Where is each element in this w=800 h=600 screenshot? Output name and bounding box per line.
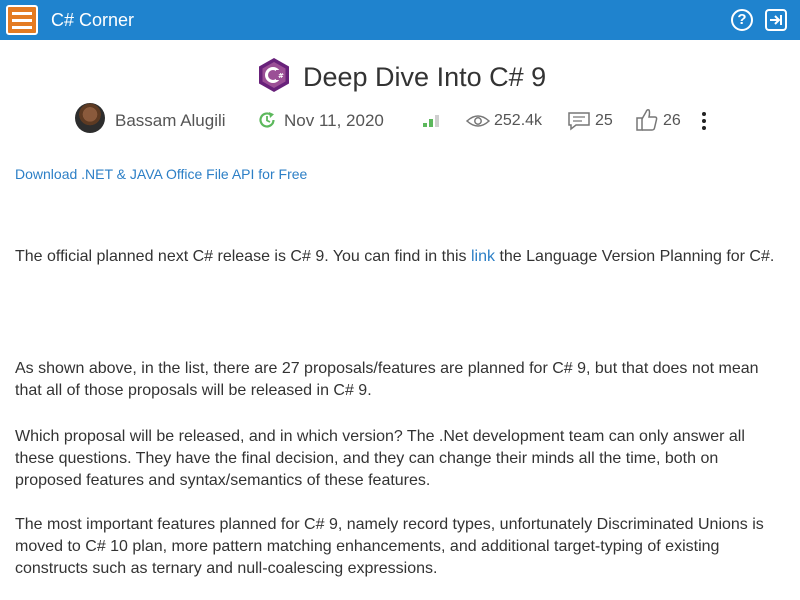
- svg-text:#: #: [278, 72, 284, 80]
- clock-refresh-icon: [259, 112, 275, 128]
- paragraph-1: The official planned next C# release is …: [15, 246, 785, 268]
- author-avatar[interactable]: [75, 103, 105, 133]
- eye-icon: [466, 115, 490, 127]
- language-planning-link[interactable]: link: [471, 248, 495, 265]
- paragraph-1-text-start: The official planned next C# release is …: [15, 248, 471, 265]
- top-navigation-bar: C# Corner ?: [0, 0, 800, 40]
- promo-download-link[interactable]: Download .NET & JAVA Office File API for…: [15, 166, 307, 182]
- paragraph-3: Which proposal will be released, and in …: [15, 428, 745, 489]
- comment-icon[interactable]: [568, 111, 590, 131]
- paragraph-1-text-end: the Language Version Planning for C#.: [495, 248, 775, 265]
- comment-count[interactable]: 25: [595, 108, 613, 134]
- publish-date: Nov 11, 2020: [284, 111, 384, 130]
- article-title: Deep Dive Into C# 9: [303, 62, 547, 92]
- signal-level-icon: [423, 115, 439, 127]
- site-brand[interactable]: C# Corner: [51, 9, 134, 31]
- thumbs-up-icon[interactable]: [636, 108, 658, 132]
- paragraph-4: The most important features planned for …: [15, 516, 764, 577]
- view-count: 252.4k: [494, 112, 543, 129]
- paragraph-2: As shown above, in the list, there are 2…: [15, 360, 759, 399]
- like-count[interactable]: 26: [663, 108, 681, 134]
- more-vertical-icon[interactable]: [701, 112, 707, 130]
- help-circle-icon[interactable]: ?: [731, 9, 753, 31]
- csharp-logo-icon: #: [259, 58, 289, 92]
- author-name[interactable]: Bassam Alugili: [115, 108, 226, 134]
- login-icon[interactable]: [765, 9, 787, 31]
- hamburger-menu-icon[interactable]: [6, 5, 38, 35]
